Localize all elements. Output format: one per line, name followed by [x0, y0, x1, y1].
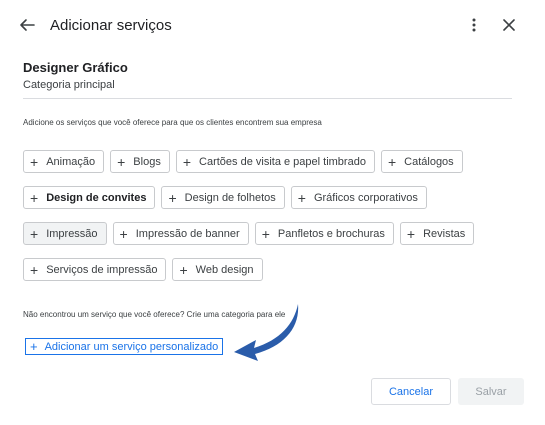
- plus-icon: +: [30, 189, 39, 206]
- chip-label: Catálogos: [404, 155, 454, 168]
- chip-label: Gráficos corporativos: [313, 191, 418, 204]
- chip-label: Impressão: [46, 227, 98, 240]
- category-subtitle: Categoria principal: [23, 79, 115, 91]
- primary-category: Designer Gráfico Categoria principal: [23, 60, 512, 92]
- chip-label: Serviços de impressão: [46, 263, 158, 276]
- chip-web-design[interactable]: + Web design: [172, 258, 263, 281]
- save-button[interactable]: Salvar: [458, 378, 524, 405]
- chip-row: + Serviços de impressão + Web design: [23, 258, 523, 281]
- plus-icon: +: [387, 153, 397, 170]
- chip-label: Blogs: [133, 155, 161, 168]
- chip-graficos-corporativos[interactable]: + Gráficos corporativos: [290, 186, 427, 209]
- chip-label: Panfletos e brochuras: [277, 227, 385, 240]
- back-button[interactable]: [16, 14, 38, 36]
- more-vertical-icon: [472, 18, 476, 32]
- plus-icon: +: [179, 261, 188, 278]
- chip-label: Cartões de visita e papel timbrado: [199, 155, 366, 168]
- plus-icon: +: [30, 261, 39, 278]
- chip-revistas[interactable]: + Revistas: [399, 222, 475, 245]
- chip-cartoes-de-visita[interactable]: + Cartões de visita e papel timbrado: [175, 150, 375, 173]
- chip-row: + Animação + Blogs + Cartões de visita e pa…: [23, 150, 523, 173]
- plus-icon: +: [406, 225, 416, 242]
- plus-icon: +: [30, 153, 39, 170]
- chip-animacao[interactable]: + Animação: [23, 150, 105, 173]
- chip-impressao[interactable]: + Impressão: [23, 222, 107, 245]
- chip-label: Design de folhetos: [184, 191, 276, 204]
- chip-label: Impressão de banner: [135, 227, 240, 240]
- chip-impressao-de-banner[interactable]: + Impressão de banner: [112, 222, 249, 245]
- dialog-header: Adicionar serviços: [0, 0, 545, 52]
- plus-icon: +: [297, 189, 306, 206]
- category-name: Designer Gráfico: [23, 60, 128, 75]
- plus-icon: +: [261, 225, 270, 242]
- chip-label: Revistas: [423, 227, 466, 240]
- dialog-title: Adicionar serviços: [50, 17, 172, 34]
- add-services-dialog: Adicionar serviços Designer Gráfico Cate…: [0, 0, 545, 425]
- services-description: Adicione os serviços que você oferece pa…: [23, 118, 322, 127]
- chip-label: Web design: [195, 263, 254, 276]
- arrow-left-icon: [20, 19, 35, 31]
- plus-icon: +: [30, 225, 39, 242]
- plus-icon: +: [119, 225, 128, 242]
- add-custom-service-label: Adicionar um serviço personalizado: [44, 340, 219, 353]
- chip-label: Design de convites: [46, 191, 147, 204]
- chip-label: Animação: [46, 155, 96, 168]
- plus-icon: +: [182, 153, 192, 170]
- more-options-button[interactable]: [464, 14, 484, 36]
- chip-row: + Impressão + Impressão de banner + Panflet…: [23, 222, 523, 245]
- chip-row: + Design de convites + Design de folhetos …: [23, 186, 523, 209]
- chip-blogs[interactable]: + Blogs: [110, 150, 170, 173]
- chip-servicos-de-impressao[interactable]: + Serviços de impressão: [23, 258, 167, 281]
- chip-catalogos[interactable]: + Catálogos: [380, 150, 463, 173]
- curved-arrow-icon: [234, 304, 299, 361]
- plus-icon: +: [117, 153, 126, 170]
- chip-panfletos-e-brochuras[interactable]: + Panfletos e brochuras: [254, 222, 394, 245]
- chip-design-de-convites[interactable]: + Design de convites: [23, 186, 156, 209]
- divider: [23, 98, 512, 99]
- plus-icon: +: [168, 189, 177, 206]
- cancel-button[interactable]: Cancelar: [371, 378, 451, 405]
- service-chips: + Animação + Blogs + Cartões de visita e pa…: [23, 150, 523, 294]
- close-button[interactable]: [498, 14, 520, 36]
- chip-design-de-folhetos[interactable]: + Design de folhetos: [161, 186, 285, 209]
- plus-icon: +: [30, 339, 38, 354]
- add-custom-service-link[interactable]: + Adicionar um serviço personalizado: [25, 338, 224, 355]
- close-icon: [503, 19, 515, 31]
